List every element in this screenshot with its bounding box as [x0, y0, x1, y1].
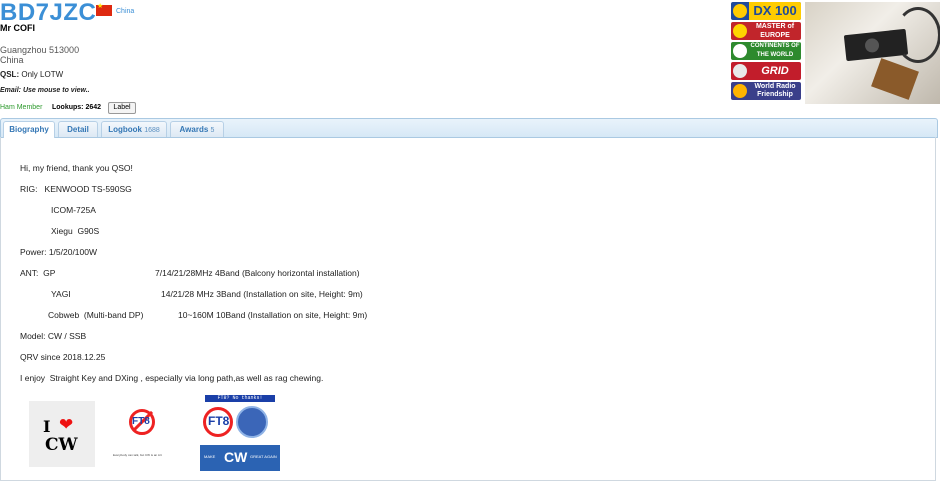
world-map-icon [733, 44, 747, 58]
logo-make-great: GREAT AGAIN [250, 454, 277, 459]
tab-label: Logbook [108, 125, 142, 134]
bio-greeting: Hi, my friend, thank you QSO! [20, 163, 133, 173]
badge-text: MASTER of EUROPE [755, 23, 795, 39]
address: Guangzhou 513000 China [0, 45, 79, 65]
china-flag-icon [96, 2, 112, 16]
award-badges: DX 100 MASTER of EUROPE CONTINENTS OF TH… [731, 2, 801, 102]
heart-icon: ❤ [59, 415, 74, 434]
bio-rig-3: Xiegu G90S [51, 226, 100, 236]
tab-biography[interactable]: Biography [3, 121, 55, 138]
address-line-1: Guangzhou 513000 [0, 45, 80, 55]
qsl-value: Only LOTW [21, 70, 64, 79]
bio-ant-yagi: 14/21/28 MHz 3Band (Installation on site… [161, 289, 363, 299]
tab-awards[interactable]: Awards 5 [170, 121, 224, 137]
badge-text: World Radio Friendship [754, 83, 796, 98]
make-cw-great-again-logo: FT8? No thanks! FT8 MAKE CW GREAT AGAIN [200, 395, 280, 473]
bio-power: Power: 1/5/20/100W [20, 247, 98, 257]
address-line-2: China [0, 55, 24, 65]
cable-image [895, 7, 940, 63]
morse-key-image [871, 58, 919, 100]
logo-make-ft8-text: FT8 [208, 414, 230, 428]
continents-of-the-world-badge[interactable]: CONTINENTS OF THE WORLD [731, 42, 801, 60]
logo-make-bar: MAKE CW GREAT AGAIN [200, 445, 280, 471]
dx-100-badge[interactable]: DX 100 [731, 2, 801, 20]
tab-detail[interactable]: Detail [58, 121, 98, 137]
bio-ant-cobweb-label: Cobweb (Multi-band DP) [48, 310, 144, 320]
grid-globe-icon [733, 64, 747, 78]
tab-label: Awards [179, 125, 209, 134]
badge-text: DX 100 [749, 2, 801, 20]
country-link[interactable]: China [116, 8, 134, 15]
prohibited-ft8-icon: FT8 [203, 407, 233, 437]
badge-text: CONTINENTS OF THE WORLD [750, 43, 800, 58]
email-reveal[interactable]: Email: Use mouse to view.. [0, 87, 90, 94]
badge-text: GRID [761, 65, 789, 77]
label-button[interactable]: Label [108, 102, 136, 114]
bio-model: Model: CW / SSB [20, 331, 87, 341]
lookups-count: Lookups: 2642 [52, 104, 102, 111]
bio-ant-gp-label: ANT: GP [20, 268, 56, 278]
tab-label: Biography [9, 125, 49, 134]
grid-badge[interactable]: GRID [731, 62, 801, 80]
tab-count: 1688 [144, 127, 160, 134]
logo-cw-text: CW [45, 435, 78, 455]
bio-ant-gp: 7/14/21/28MHz 4Band (Balcony horizontal … [155, 268, 360, 278]
logo-make-cw: CW [224, 449, 248, 465]
qsl-info: QSL: Only LOTW [0, 70, 63, 79]
master-of-europe-badge[interactable]: MASTER of EUROPE [731, 22, 801, 40]
bio-qrv: QRV since 2018.12.25 [20, 352, 106, 362]
tab-label: Detail [67, 125, 89, 134]
world-radio-friendship-badge[interactable]: World Radio Friendship [731, 82, 801, 100]
logo-ft8-caption: Everybody can talk, but CW is an Art [113, 453, 162, 457]
bio-ant-yagi-label: YAGI [51, 289, 71, 299]
qsl-label: QSL: [0, 70, 20, 79]
logo-i-text: I [43, 417, 51, 436]
station-photo[interactable] [805, 2, 940, 104]
bio-enjoy: I enjoy Straight Key and DXing , especia… [20, 373, 324, 383]
logo-ft8-text: FT8 [132, 416, 150, 427]
friendship-globe-icon [733, 84, 747, 98]
no-ft8-logo: FT8 Everybody can talk, but CW is an Art [113, 401, 179, 467]
profile-header: BD7JZC China Mr COFI Guangzhou 513000 Ch… [0, 0, 940, 120]
tab-count: 5 [210, 127, 215, 134]
globe-icon [733, 4, 747, 18]
operator-name: Mr COFI [0, 23, 35, 33]
bio-ant-cobweb: 10~160M 10Band (Installation on site, He… [178, 310, 368, 320]
logo-make-make: MAKE [204, 454, 216, 459]
tab-logbook[interactable]: Logbook 1688 [101, 121, 167, 137]
biography-panel: Hi, my friend, thank you QSO! RIG: KENWO… [0, 137, 936, 481]
bio-rig-2: ICOM-725A [51, 205, 96, 215]
club-seal-icon [236, 406, 268, 438]
bio-rig: RIG: KENWOOD TS-590SG [20, 184, 132, 194]
profile-tabs: Biography Detail Logbook 1688 Awards 5 [0, 118, 938, 138]
ham-member-badge: Ham Member [0, 104, 43, 111]
i-love-cw-logo: I ❤ CW [29, 401, 95, 467]
europe-emblem-icon [733, 24, 747, 38]
logo-make-top-text: FT8? No thanks! [205, 395, 275, 402]
